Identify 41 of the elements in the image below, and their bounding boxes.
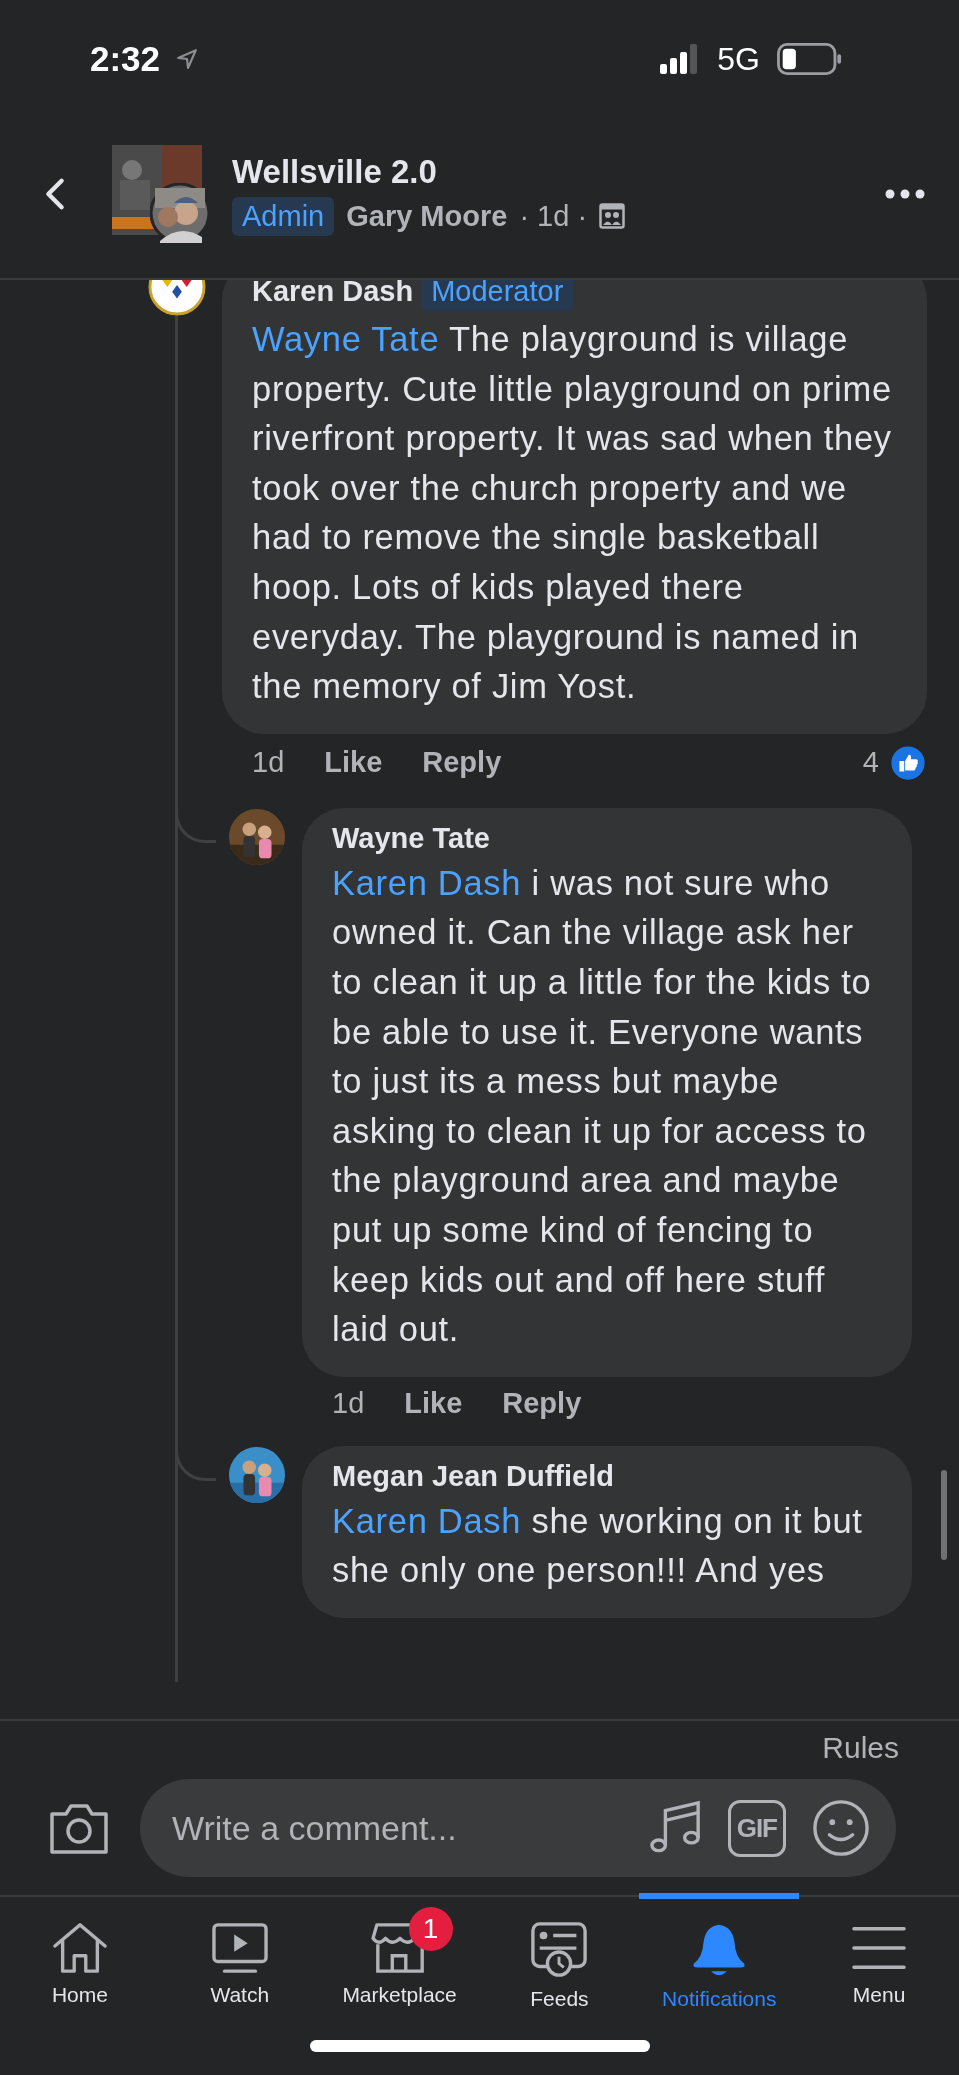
battery-icon: [776, 43, 844, 75]
post-time: · 1d ·: [519, 199, 588, 233]
network-label: 5G: [717, 40, 760, 78]
comment-author[interactable]: Megan Jean Duffield: [332, 1459, 614, 1493]
nav-tab[interactable]: Feeds: [479, 1893, 640, 2040]
nav-tab[interactable]: Home: [0, 1893, 160, 2040]
notification-count: 1: [408, 1907, 453, 1951]
home-icon: [50, 1921, 109, 1975]
comment-field[interactable]: Write a comment... GIF: [140, 1779, 896, 1877]
like-reaction-icon[interactable]: [889, 743, 927, 782]
nav-tab[interactable]: Menu: [799, 1893, 959, 2040]
comment-time: 1d: [252, 746, 285, 780]
mention-link[interactable]: Wayne Tate: [252, 320, 440, 358]
comment-author[interactable]: Karen Dash: [252, 280, 414, 308]
reply-link[interactable]: Reply: [502, 1386, 582, 1420]
comment-text: Karen Dash i was not sure who owned it. Can the village ask her to clean it up a little for the kids to be able to use it. Everyone wants to just its a mess but maybe asking to clean it up for access to the playground area and maybe put up some kind of fencing to keep kids out and off here stuff laid out.: [332, 862, 873, 1351]
comment-text: Karen Dash she working on it but she only one person!!! And yes: [332, 1500, 864, 1592]
feed-icon: [530, 1921, 589, 1979]
mention-link[interactable]: Karen Dash: [332, 863, 522, 902]
comment-author[interactable]: Wayne Tate: [332, 821, 490, 855]
reply-link[interactable]: Reply: [422, 746, 502, 780]
status-time: 2:32: [90, 39, 161, 79]
group-icon: [599, 203, 626, 229]
emoji-icon[interactable]: [812, 1799, 870, 1857]
moderator-badge: Moderator: [421, 280, 574, 311]
rules-link[interactable]: Rules: [822, 1731, 899, 1765]
reaction-count[interactable]: 4: [862, 746, 879, 780]
comment-text: Wayne Tate The playground is village property. Cute little playground on prime riverfront property. It was sad when they took over the church property and we had to remove the single basketball hoop. Lots of kids played there everyday. The playground is named in the memory of Jim Yost.: [252, 319, 893, 708]
mention-link[interactable]: Karen Dash: [332, 1501, 522, 1540]
like-link[interactable]: Like: [404, 1386, 463, 1420]
post-author[interactable]: Gary Moore: [346, 199, 508, 233]
nav-tab[interactable]: Notifications: [639, 1893, 800, 2040]
like-link[interactable]: Like: [324, 746, 383, 780]
gif-button[interactable]: GIF: [727, 1799, 786, 1857]
nav-tab[interactable]: Watch: [159, 1893, 320, 2040]
video-icon: [210, 1921, 269, 1975]
admin-badge: Admin: [232, 196, 335, 236]
location-arrow-icon: [176, 48, 199, 70]
comment-time: 1d: [332, 1386, 365, 1420]
nav-tab[interactable]: 1 Marketplace: [319, 1893, 480, 2040]
group-title[interactable]: Wellsville 2.0: [232, 152, 879, 191]
